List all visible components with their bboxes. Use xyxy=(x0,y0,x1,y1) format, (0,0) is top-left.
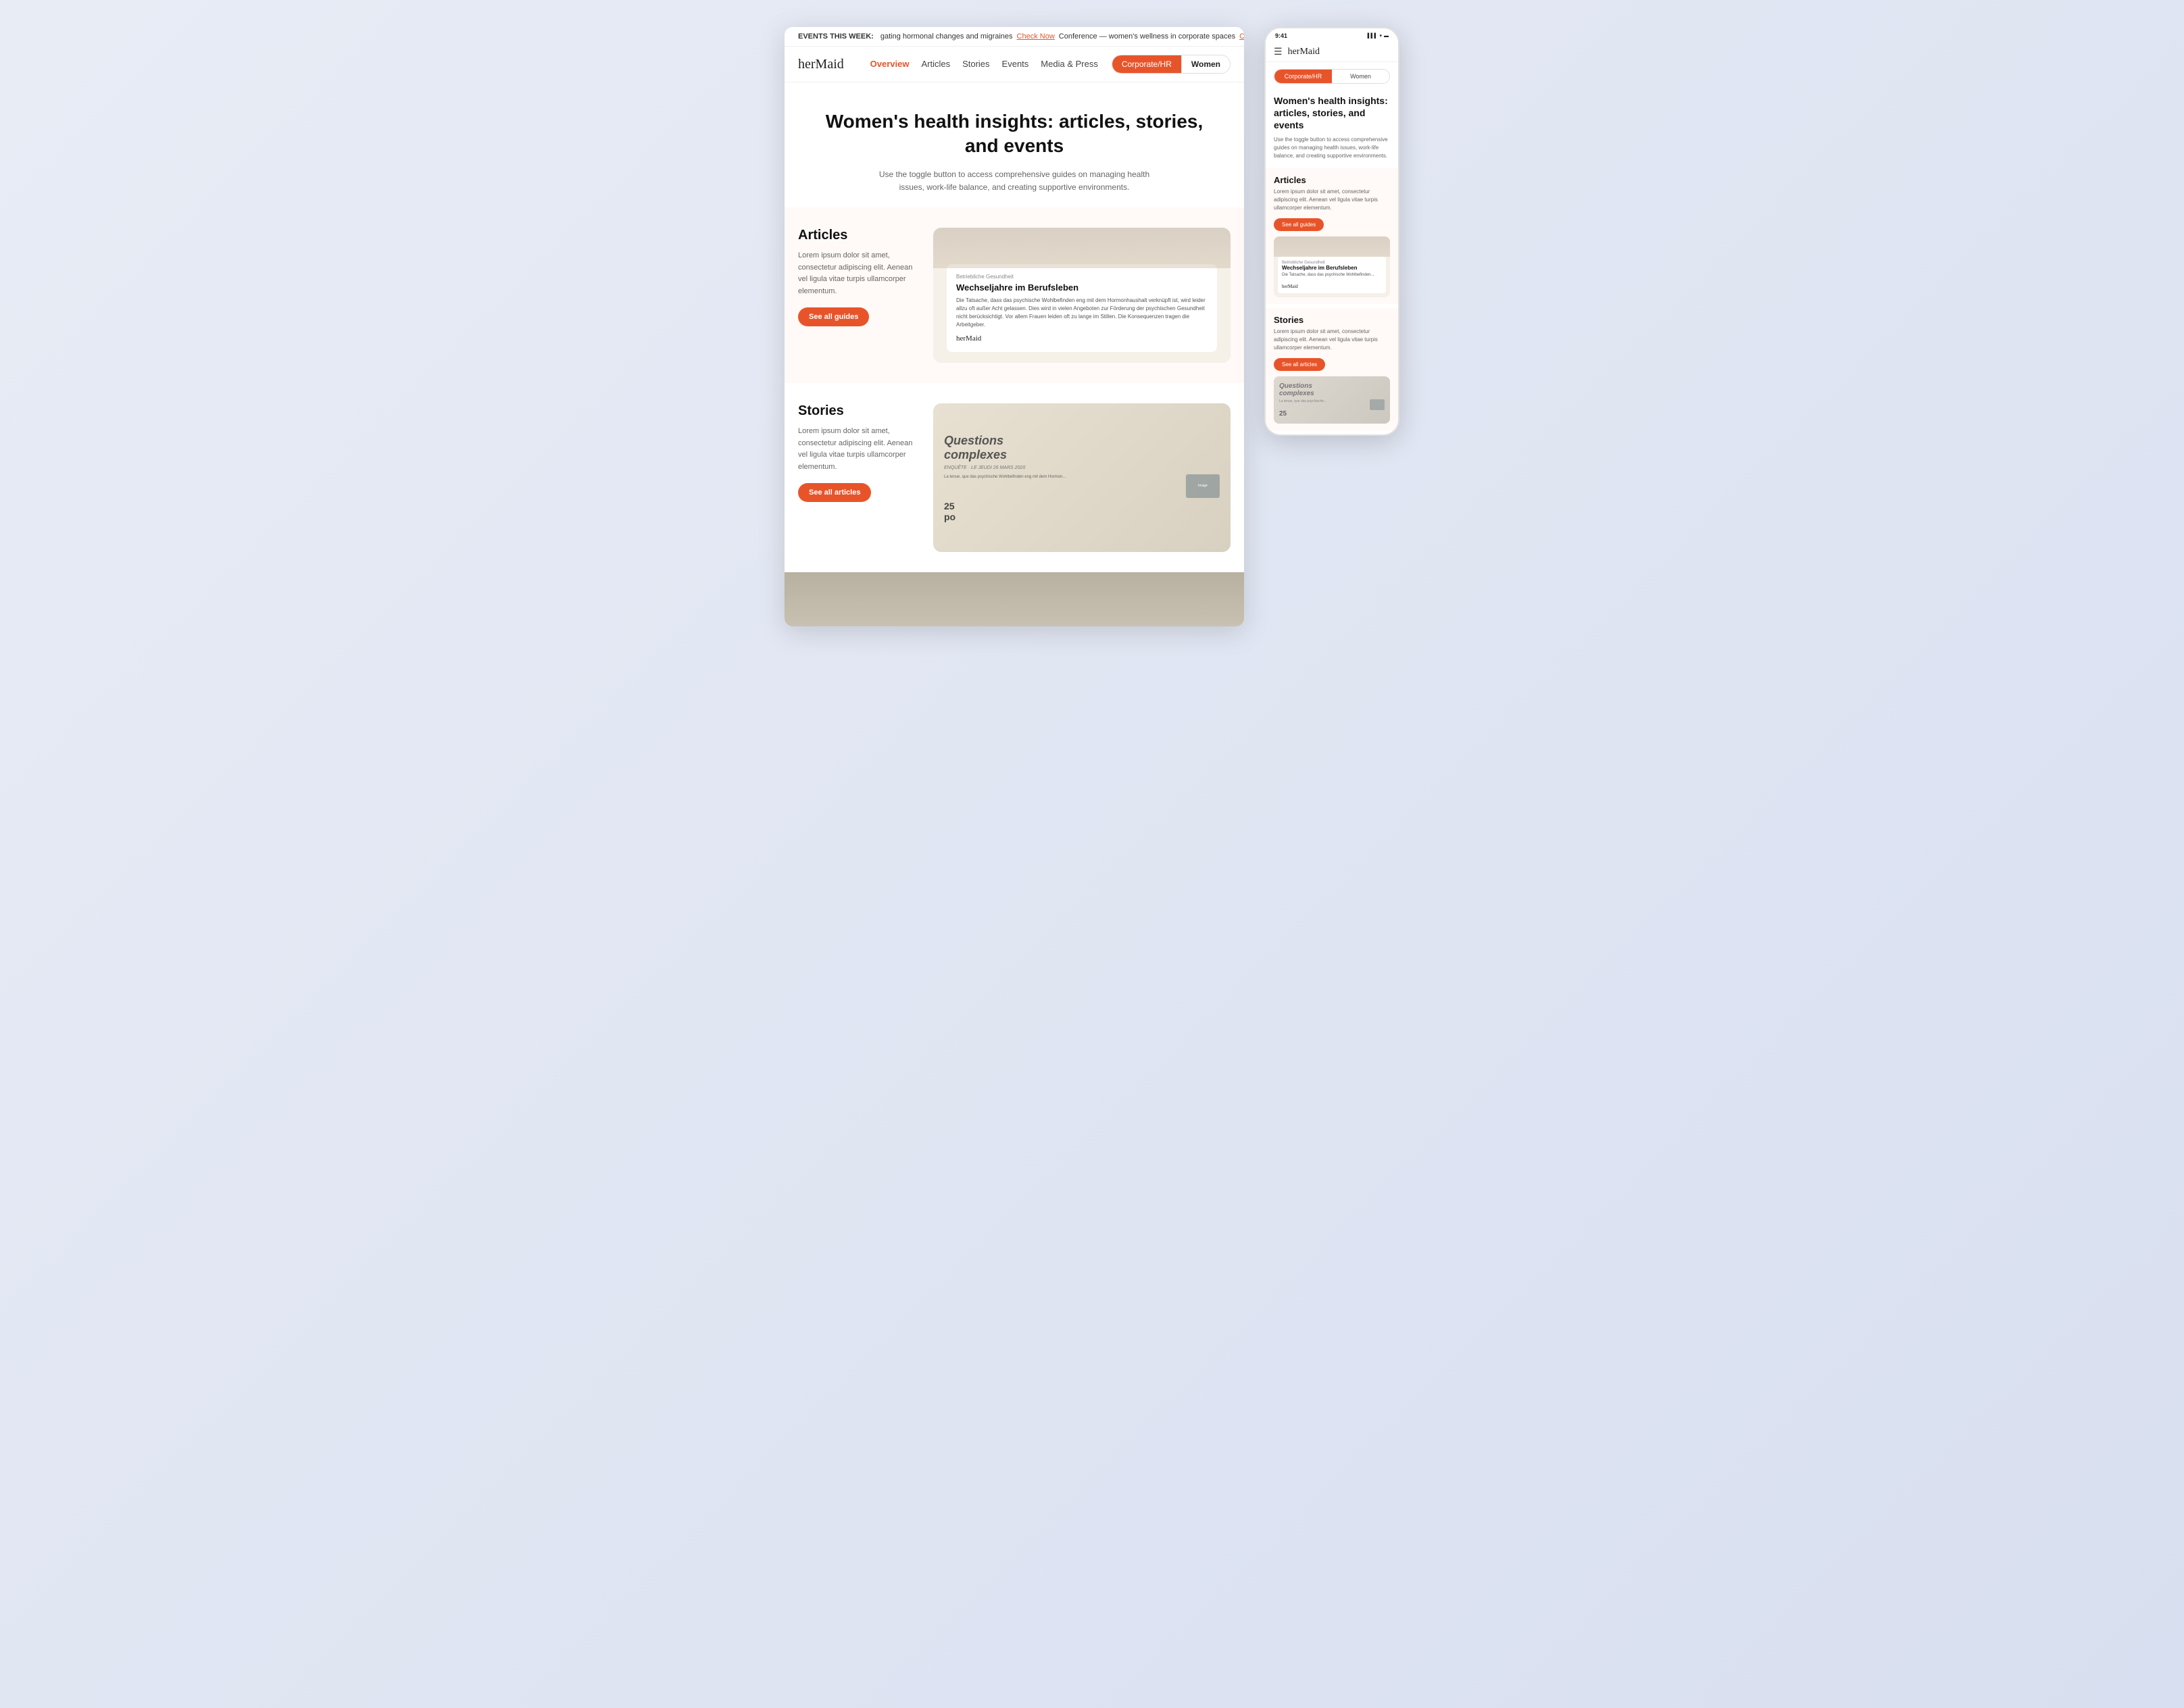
article-tag: Betriebliche Gesundheit xyxy=(956,274,1208,280)
wifi-icon: ▾ xyxy=(1379,33,1382,39)
article-card-inner: Betriebliche Gesundheit Wechseljahre im … xyxy=(947,264,1217,352)
announcement-text-2: Conference — women's wellness in corpora… xyxy=(1059,32,1235,41)
nav-media[interactable]: Media & Press xyxy=(1041,59,1098,69)
nav-overview[interactable]: Overview xyxy=(870,59,910,69)
announcement-bar: EVENTS THIS WEEK: gating hormonal change… xyxy=(785,27,1244,47)
hamburger-icon[interactable]: ☰ xyxy=(1274,46,1283,57)
phone-hero-subtitle: Use the toggle button to access comprehe… xyxy=(1274,136,1390,160)
desktop-browser: EVENTS THIS WEEK: gating hormonal change… xyxy=(785,27,1244,626)
phone-toggle-women[interactable]: Women xyxy=(1332,70,1389,83)
phone-article-logo: herMaid xyxy=(1282,284,1382,289)
phone-articles-description: Lorem ipsum dolor sit amet, consectetur … xyxy=(1274,188,1390,212)
phone-articles-section: Articles Lorem ipsum dolor sit amet, con… xyxy=(1266,168,1398,304)
phone-hero: Women's health insights: articles, stori… xyxy=(1266,88,1398,164)
newspaper-image: Questionscomplexes ENQUÊTE · LE JEUDI 26… xyxy=(933,403,1231,552)
phone-stories-description: Lorem ipsum dolor sit amet, consectetur … xyxy=(1274,328,1390,352)
phone-see-all-articles[interactable]: See all articles xyxy=(1274,358,1325,371)
article-card-logo: herMaid xyxy=(956,334,1208,343)
articles-image: Betriebliche Gesundheit Wechseljahre im … xyxy=(933,228,1231,363)
phone-newspaper-image: Questionscomplexes La tenue, que das psy… xyxy=(1274,376,1390,424)
stories-description: Lorem ipsum dolor sit amet, consectetur … xyxy=(798,426,920,473)
phone-article-body: Die Tatsache, dass das psychische Wohlbe… xyxy=(1282,272,1382,278)
articles-description: Lorem ipsum dolor sit amet, consectetur … xyxy=(798,250,920,297)
toggle-women[interactable]: Women xyxy=(1181,55,1230,73)
nav-stories[interactable]: Stories xyxy=(962,59,989,69)
announcement-text-1: gating hormonal changes and migraines xyxy=(880,32,1013,41)
signal-icon: ▌▌▌ xyxy=(1368,34,1378,39)
toggle-corporate[interactable]: Corporate/HR xyxy=(1112,55,1181,73)
nav-events[interactable]: Events xyxy=(1002,59,1029,69)
stories-text: Stories Lorem ipsum dolor sit amet, cons… xyxy=(798,403,933,501)
mobile-phone: 9:41 ▌▌▌ ▾ ▬ ☰ herMaid Corporate/HR Wome… xyxy=(1264,27,1399,436)
article-card-title: Wechseljahre im Berufsleben xyxy=(956,282,1208,293)
hero-section: Women's health insights: articles, stori… xyxy=(785,82,1244,207)
hero-title: Women's health insights: articles, stori… xyxy=(825,109,1203,159)
battery-icon: ▬ xyxy=(1384,34,1389,39)
phone-article-inner: Betriebliche Gesundheit Wechseljahre im … xyxy=(1278,257,1386,293)
announcement-link-1[interactable]: Check Now xyxy=(1017,32,1055,41)
phone-logo: herMaid xyxy=(1288,47,1320,57)
bottom-image xyxy=(785,572,1244,626)
phone-status-bar: 9:41 ▌▌▌ ▾ ▬ xyxy=(1266,28,1398,42)
phone-time: 9:41 xyxy=(1275,32,1287,39)
articles-text: Articles Lorem ipsum dolor sit amet, con… xyxy=(798,228,933,326)
nav-articles[interactable]: Articles xyxy=(921,59,950,69)
see-all-guides-button[interactable]: See all guides xyxy=(798,307,869,326)
phone-stories-title: Stories xyxy=(1274,315,1390,325)
stories-image: Questionscomplexes ENQUÊTE · LE JEUDI 26… xyxy=(933,403,1231,552)
phone-toggle-corporate[interactable]: Corporate/HR xyxy=(1274,70,1332,83)
phone-hero-title: Women's health insights: articles, stori… xyxy=(1274,95,1390,132)
stories-title: Stories xyxy=(798,403,920,419)
logo: herMaid xyxy=(798,57,844,72)
articles-title: Articles xyxy=(798,228,920,243)
view-toggle: Corporate/HR Women xyxy=(1112,55,1231,74)
phone-view-toggle: Corporate/HR Women xyxy=(1274,69,1390,84)
hero-subtitle: Use the toggle button to access comprehe… xyxy=(872,168,1156,194)
article-card: Betriebliche Gesundheit Wechseljahre im … xyxy=(933,228,1231,363)
navigation: herMaid Overview Articles Stories Events… xyxy=(785,47,1244,82)
article-card-body: Die Tatsache, dass das psychische Wohlbe… xyxy=(956,297,1208,329)
see-all-articles-button[interactable]: See all articles xyxy=(798,483,871,502)
phone-articles-title: Articles xyxy=(1274,175,1390,185)
nav-links: Overview Articles Stories Events Media &… xyxy=(870,58,1098,70)
announcement-link-2[interactable]: Check Now xyxy=(1239,32,1244,41)
articles-section: Articles Lorem ipsum dolor sit amet, con… xyxy=(785,207,1244,383)
phone-article-card: Betriebliche Gesundheit Wechseljahre im … xyxy=(1274,236,1390,297)
phone-stories-section: Stories Lorem ipsum dolor sit amet, cons… xyxy=(1266,308,1398,430)
phone-article-title: Wechseljahre im Berufsleben xyxy=(1282,265,1382,271)
phone-navigation: ☰ herMaid xyxy=(1266,42,1398,62)
announcement-label: EVENTS THIS WEEK: xyxy=(798,32,874,41)
phone-status-icons: ▌▌▌ ▾ ▬ xyxy=(1368,33,1389,39)
stories-section: Stories Lorem ipsum dolor sit amet, cons… xyxy=(785,383,1244,572)
phone-see-all-guides[interactable]: See all guides xyxy=(1274,218,1324,231)
